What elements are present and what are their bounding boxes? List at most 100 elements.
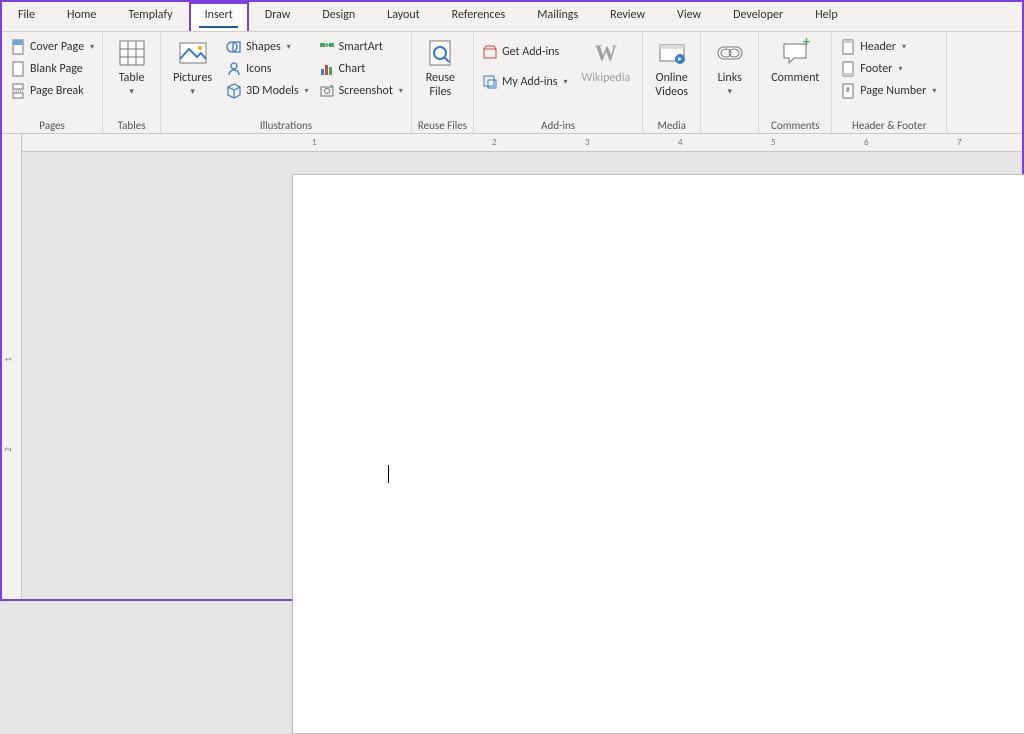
chevron-down-icon: ▾ [305, 86, 309, 96]
blank-page-button[interactable]: Blank Page [8, 60, 96, 78]
icons-button[interactable]: Icons [224, 60, 311, 78]
pictures-label: Pictures [173, 71, 212, 85]
reuse-files-icon [424, 37, 456, 69]
footer-label: Footer [860, 62, 892, 76]
tab-mailings[interactable]: Mailings [521, 2, 594, 31]
tab-draw[interactable]: Draw [249, 2, 307, 31]
group-pages-label: Pages [8, 118, 96, 132]
ruler-v-2: 2 [3, 447, 14, 452]
footer-button[interactable]: Footer ▾ [838, 60, 938, 78]
shapes-button[interactable]: Shapes ▾ [224, 38, 311, 56]
links-button[interactable]: Links ▾ [707, 35, 752, 100]
table-button[interactable]: Table ▾ [109, 35, 154, 100]
header-button[interactable]: Header ▾ [838, 38, 938, 56]
tab-design[interactable]: Design [306, 2, 371, 31]
ribbon: Cover Page ▾ Blank Page Page Break Page [2, 32, 1022, 134]
header-icon [840, 39, 856, 55]
3d-models-button[interactable]: 3D Models ▾ [224, 82, 311, 100]
tab-insert[interactable]: Insert [189, 2, 249, 31]
addins-icon [482, 74, 498, 90]
ribbon-tabs: File Home Templafy Insert Draw Design La… [2, 2, 1022, 32]
online-videos-button[interactable]: Online Videos [649, 35, 694, 102]
ruler-ticks: 1 2 3 4 5 6 7 [292, 134, 1022, 152]
cover-page-icon [10, 39, 26, 55]
screenshot-label: Screenshot [339, 84, 393, 98]
smartart-button[interactable]: SmartArt [317, 38, 405, 56]
group-addins-label: Add-ins [480, 118, 636, 132]
group-header-footer-label: Header & Footer [838, 118, 940, 132]
horizontal-ruler[interactable]: 1 2 3 4 5 6 7 [22, 134, 1022, 152]
my-addins-label: My Add-ins [502, 75, 557, 89]
ruler-h-3: 3 [585, 137, 590, 148]
chevron-down-icon: ▾ [902, 42, 906, 52]
footer-icon [840, 61, 856, 77]
icons-label: Icons [246, 62, 271, 76]
cover-page-label: Cover Page [30, 40, 84, 54]
reuse-files-button[interactable]: Reuse Files [418, 35, 463, 102]
chevron-down-icon: ▾ [129, 87, 134, 98]
shapes-label: Shapes [246, 40, 281, 54]
comment-button[interactable]: + Comment [765, 35, 825, 87]
screenshot-button[interactable]: Screenshot ▾ [317, 82, 405, 100]
document-page[interactable] [292, 174, 1024, 734]
tab-developer[interactable]: Developer [717, 2, 799, 31]
smartart-icon [319, 39, 335, 55]
3d-models-label: 3D Models [246, 84, 299, 98]
page-break-icon [10, 83, 26, 99]
page-break-button[interactable]: Page Break [8, 82, 96, 100]
group-tables-label: Tables [109, 118, 154, 132]
chart-button[interactable]: Chart [317, 60, 405, 78]
tab-review[interactable]: Review [594, 2, 661, 31]
page-number-icon: # [840, 83, 856, 99]
tab-references[interactable]: References [436, 2, 522, 31]
chevron-down-icon: ▾ [932, 86, 936, 96]
table-label: Table [119, 71, 145, 85]
group-reuse-files: Reuse Files Reuse Files [412, 32, 474, 133]
group-reuse-files-label: Reuse Files [418, 118, 467, 132]
video-icon [656, 37, 688, 69]
group-header-footer: Header ▾ Footer ▾ # Page Number ▾ [832, 32, 947, 133]
group-links-label [707, 131, 752, 132]
tab-help[interactable]: Help [799, 2, 854, 31]
cube-icon [226, 83, 242, 99]
page-number-label: Page Number [860, 84, 926, 98]
tab-home[interactable]: Home [51, 2, 112, 31]
ruler-h-7: 7 [957, 137, 962, 148]
table-icon [116, 37, 148, 69]
page-number-button[interactable]: # Page Number ▾ [838, 82, 938, 100]
chevron-down-icon: ▾ [563, 77, 567, 87]
group-media: Online Videos Media [643, 32, 701, 133]
chevron-down-icon: ▾ [727, 87, 732, 98]
wikipedia-icon: W [590, 37, 622, 69]
ruler-h-4: 4 [678, 137, 683, 148]
pictures-button[interactable]: Pictures ▾ [167, 35, 218, 100]
chevron-down-icon: ▾ [399, 86, 403, 96]
pictures-icon [177, 37, 209, 69]
tab-templafy[interactable]: Templafy [112, 2, 188, 31]
wikipedia-label: Wikipedia [581, 71, 630, 85]
wikipedia-button[interactable]: W Wikipedia [575, 35, 636, 87]
group-comments-label: Comments [765, 118, 825, 132]
header-label: Header [860, 40, 896, 54]
text-cursor [388, 465, 389, 483]
reuse-files-label: Reuse Files [426, 71, 455, 100]
my-addins-button[interactable]: My Add-ins ▾ [480, 73, 569, 91]
cover-page-button[interactable]: Cover Page ▾ [8, 38, 96, 56]
icons-icon [226, 61, 242, 77]
get-addins-button[interactable]: Get Add-ins [480, 43, 569, 61]
ruler-h-2: 2 [492, 137, 497, 148]
vertical-ruler[interactable]: 1 2 [2, 134, 22, 599]
online-videos-label: Online Videos [655, 71, 688, 100]
tab-view[interactable]: View [661, 2, 717, 31]
ruler-v-1: 1 [3, 357, 14, 362]
tab-layout[interactable]: Layout [371, 2, 436, 31]
comment-icon: + [779, 37, 811, 69]
svg-text:+: + [803, 37, 810, 50]
tab-file[interactable]: File [2, 2, 51, 31]
link-icon [714, 37, 746, 69]
get-addins-label: Get Add-ins [502, 45, 559, 59]
store-icon [482, 44, 498, 60]
document-workspace: 1 2 1 2 3 4 5 6 7 [2, 134, 1022, 599]
ruler-h-1: 1 [312, 137, 317, 148]
chevron-down-icon: ▾ [90, 42, 94, 52]
